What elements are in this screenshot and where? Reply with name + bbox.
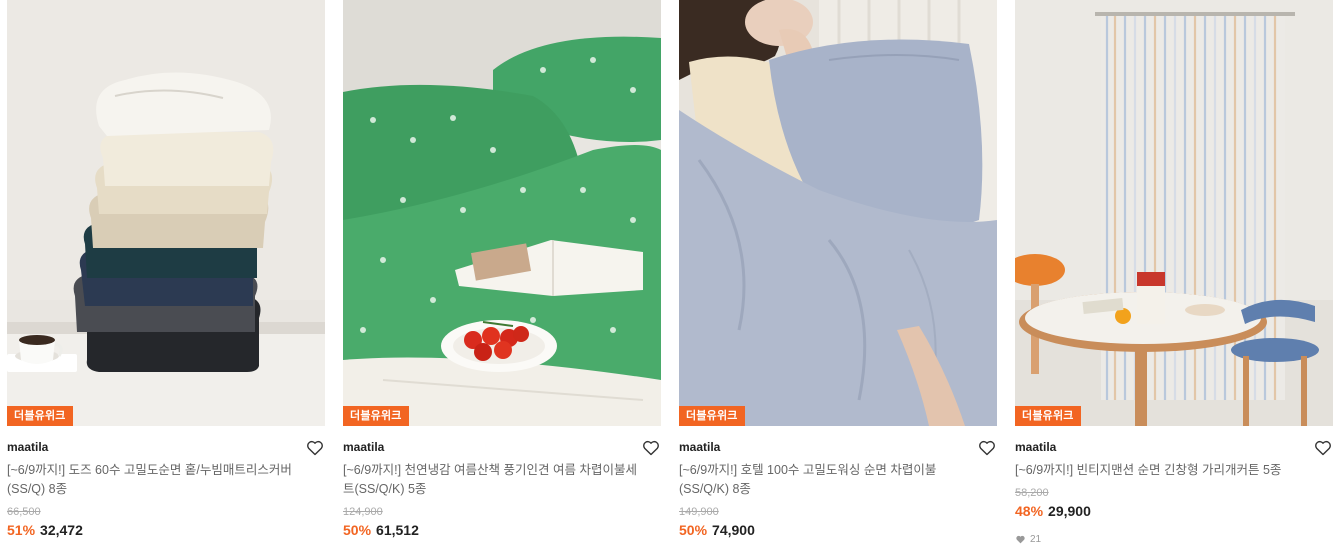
heart-icon[interactable] <box>977 438 997 458</box>
like-count-value: 21 <box>1030 534 1042 545</box>
heart-icon[interactable] <box>641 438 661 458</box>
event-badge: 더블유위크 <box>679 406 745 426</box>
blue-duvet-woman-image <box>679 0 997 426</box>
discount-rate: 50% <box>679 522 708 538</box>
sale-price: 74,900 <box>712 522 755 538</box>
brand-row: maatila <box>343 438 661 460</box>
original-price: 66,500 <box>7 506 41 518</box>
striped-curtain-room-image <box>1015 0 1333 426</box>
price-row: 50% 61,512 <box>343 521 661 539</box>
green-floral-bedding-image <box>343 0 661 426</box>
event-badge: 더블유위크 <box>7 406 73 426</box>
original-price: 58,200 <box>1015 487 1049 499</box>
like-count: 21 <box>1015 534 1333 545</box>
product-title[interactable]: [~6/9까지!] 도즈 60수 고밀도순면 홑/누빔매트리스커버(SS/Q) … <box>7 461 307 499</box>
product-card[interactable]: 더블유위크 maatila [~6/9까지!] 도즈 60수 고밀도순면 홑/누… <box>7 0 325 548</box>
stacked-folded-bedding-image <box>7 0 325 426</box>
discount-rate: 51% <box>7 522 36 538</box>
sale-price: 29,900 <box>1048 503 1091 519</box>
sale-price: 61,512 <box>376 522 419 538</box>
event-badge: 더블유위크 <box>1015 406 1081 426</box>
brand-name[interactable]: maatila <box>1015 440 1056 454</box>
product-card[interactable]: 더블유위크 maatila [~6/9까지!] 천연냉감 여름산책 풍기인견 여… <box>343 0 661 548</box>
heart-icon[interactable] <box>305 438 325 458</box>
discount-rate: 50% <box>343 522 372 538</box>
original-price: 124,900 <box>343 506 383 518</box>
heart-icon[interactable] <box>1313 438 1333 458</box>
brand-row: maatila <box>7 438 325 460</box>
sale-price: 32,472 <box>40 522 83 538</box>
heart-filled-icon <box>1016 535 1025 544</box>
price-row: 51% 32,472 <box>7 521 325 539</box>
product-image-striped-curtain[interactable]: 더블유위크 <box>1015 0 1333 426</box>
event-badge: 더블유위크 <box>343 406 409 426</box>
product-card[interactable]: 더블유위크 maatila [~6/9까지!] 호텔 100수 고밀도워싱 순면… <box>679 0 997 548</box>
product-image-floral-bedding[interactable]: 더블유위크 <box>343 0 661 426</box>
brand-row: maatila <box>1015 438 1333 460</box>
price-row: 48% 29,900 <box>1015 502 1333 520</box>
product-title[interactable]: [~6/9까지!] 천연냉감 여름산책 풍기인견 여름 차렵이불세트(SS/Q/… <box>343 461 643 499</box>
product-image-blue-duvet[interactable]: 더블유위크 <box>679 0 997 426</box>
brand-name[interactable]: maatila <box>343 440 384 454</box>
brand-name[interactable]: maatila <box>7 440 48 454</box>
product-title[interactable]: [~6/9까지!] 호텔 100수 고밀도워싱 순면 차렵이불(SS/Q/K) … <box>679 461 979 499</box>
brand-row: maatila <box>679 438 997 460</box>
price-row: 50% 74,900 <box>679 521 997 539</box>
discount-rate: 48% <box>1015 503 1044 519</box>
product-title[interactable]: [~6/9까지!] 빈티지맨션 순면 긴창형 가리개커튼 5종 <box>1015 461 1315 480</box>
product-card[interactable]: 더블유위크 maatila [~6/9까지!] 빈티지맨션 순면 긴창형 가리개… <box>1015 0 1333 548</box>
product-image-stacked-bedding[interactable]: 더블유위크 <box>7 0 325 426</box>
original-price: 149,900 <box>679 506 719 518</box>
brand-name[interactable]: maatila <box>679 440 720 454</box>
product-grid: 더블유위크 maatila [~6/9까지!] 도즈 60수 고밀도순면 홑/누… <box>0 0 1341 548</box>
